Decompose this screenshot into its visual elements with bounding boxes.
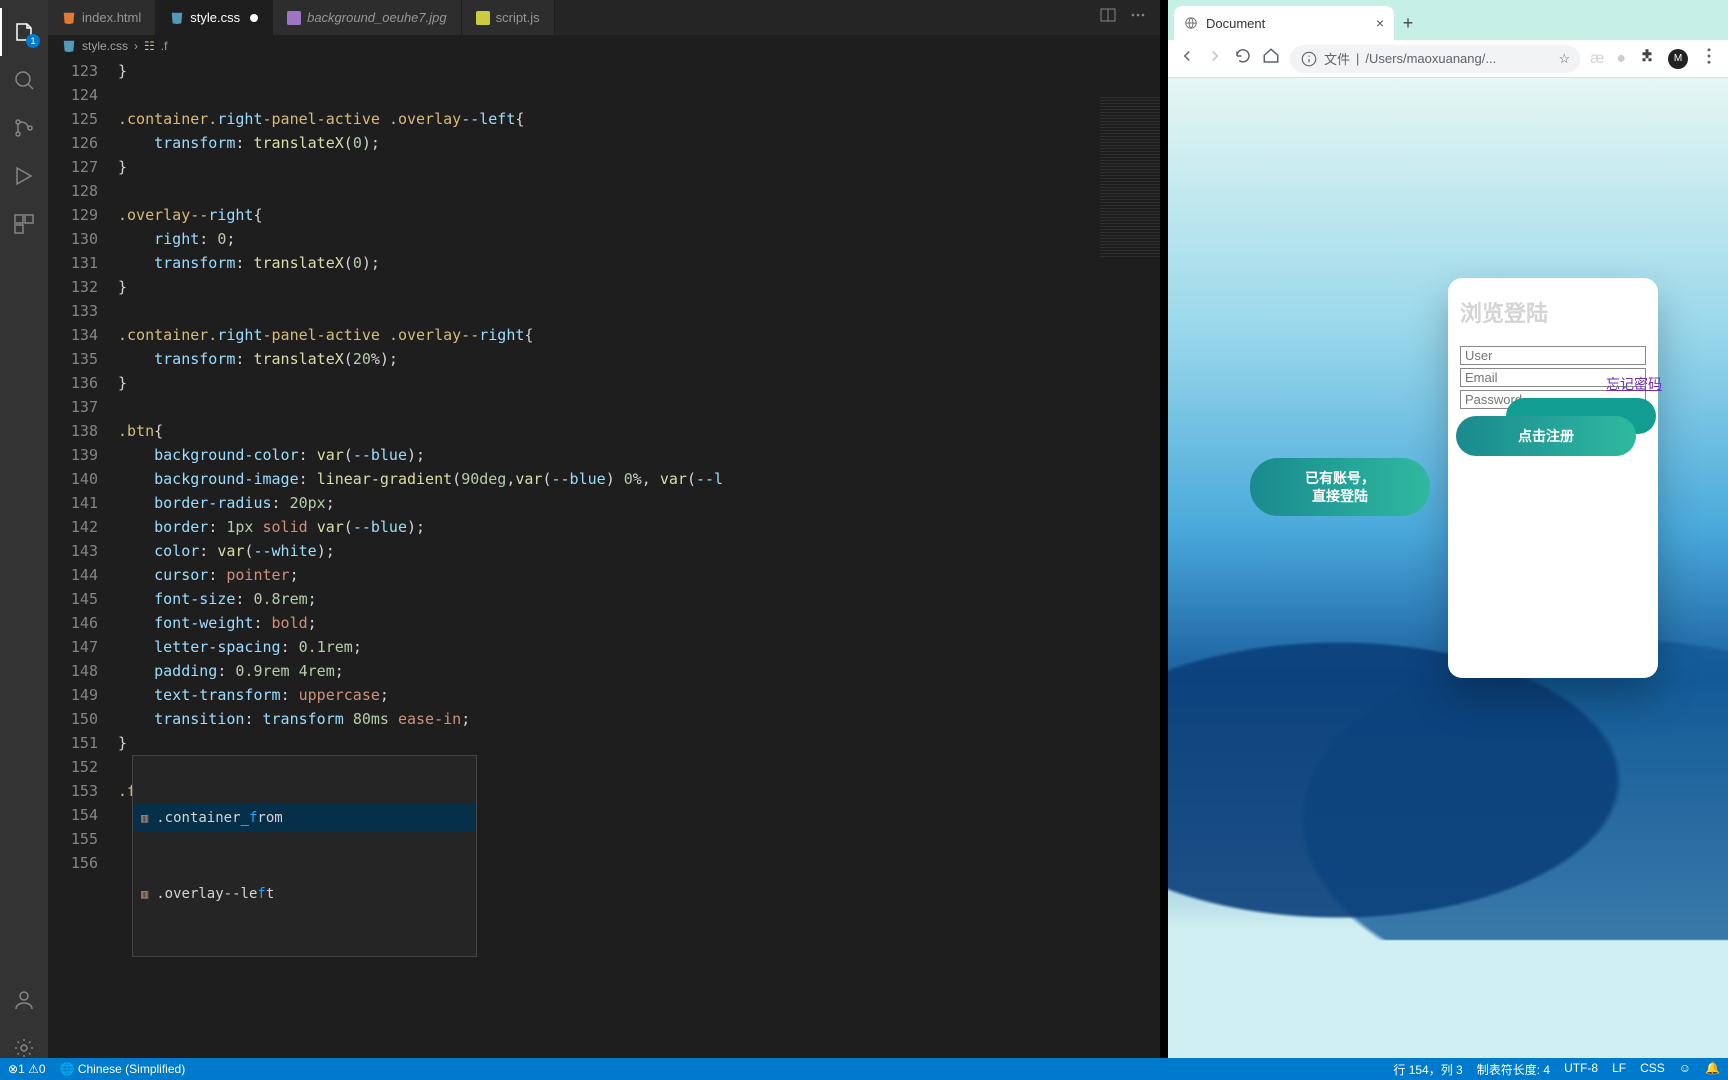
status-encoding[interactable]: UTF-8 [1564, 1061, 1598, 1078]
status-tabsize[interactable]: 制表符长度: 4 [1477, 1061, 1550, 1078]
explorer-icon[interactable]: 1 [0, 8, 48, 56]
activity-bar: 1 [0, 0, 48, 1080]
browser-window: Document × + 文件 | /Users/maoxuanang/... … [1168, 0, 1728, 1080]
account-icon[interactable] [0, 976, 48, 1024]
reload-icon[interactable] [1234, 47, 1252, 70]
breadcrumb[interactable]: style.css › ☷ .f [48, 35, 1160, 57]
breadcrumb-symbol: .f [161, 39, 168, 53]
star-icon[interactable]: ☆ [1558, 51, 1570, 67]
browser-tab[interactable]: Document × [1174, 6, 1394, 40]
tab-dirty-indicator [250, 14, 258, 22]
editor-tabs: index.html style.css background_oeuhe7.j… [48, 0, 1160, 35]
line-gutter: 123 124 125 126 127 128 129 130 131 132 … [48, 57, 118, 1080]
status-language-mode[interactable]: 🌐 Chinese (Simplified) [60, 1062, 186, 1076]
profile-avatar[interactable]: M [1668, 49, 1688, 69]
forward-icon[interactable] [1206, 47, 1224, 70]
register-button[interactable]: 点击注册 [1456, 416, 1636, 456]
form-title: 浏览登陆 [1460, 296, 1646, 328]
status-errors[interactable]: ⊗1 ⚠0 [8, 1062, 46, 1076]
tab-label: script.js [496, 10, 540, 25]
split-divider[interactable] [1160, 0, 1168, 1080]
url-scheme: 文件 [1324, 49, 1350, 68]
status-feedback-icon[interactable]: ☺ [1679, 1061, 1691, 1078]
snippet-icon: ▥ [141, 806, 148, 830]
suggest-item[interactable]: ▥ .overlay--left [133, 880, 476, 908]
home-icon[interactable] [1262, 47, 1280, 70]
forgot-link[interactable]: 忘记密码 [1606, 374, 1662, 394]
snippet-icon: ▥ [141, 882, 148, 906]
browser-toolbar: 文件 | /Users/maoxuanang/... ☆ æ ● M [1168, 40, 1728, 78]
address-bar[interactable]: 文件 | /Users/maoxuanang/... ☆ [1290, 45, 1580, 73]
explorer-badge: 1 [26, 34, 40, 48]
close-icon[interactable]: × [1376, 15, 1384, 31]
status-filetype[interactable]: CSS [1640, 1061, 1665, 1078]
tab-index-html[interactable]: index.html [48, 0, 156, 35]
code-content[interactable]: } .container.right-panel-active .overlay… [118, 57, 1100, 1080]
browser-tabstrip: Document × + [1168, 0, 1728, 40]
tab-label: background_oeuhe7.jpg [307, 10, 447, 25]
split-editor-icon[interactable] [1100, 7, 1116, 28]
new-tab-button[interactable]: + [1394, 6, 1422, 40]
intellisense-popup[interactable]: ▥ .container_from ▥ .overlay--left [132, 755, 477, 957]
user-field[interactable] [1460, 346, 1646, 365]
tab-more-icon[interactable] [1130, 7, 1146, 28]
status-eol[interactable]: LF [1612, 1061, 1626, 1078]
search-icon[interactable] [0, 56, 48, 104]
suggest-item[interactable]: ▥ .container_from [133, 804, 476, 832]
breadcrumb-file: style.css [82, 39, 128, 53]
source-control-icon[interactable] [0, 104, 48, 152]
minimap[interactable] [1100, 57, 1160, 1080]
status-bell-icon[interactable]: 🔔 [1705, 1061, 1720, 1078]
login-button[interactable]: 已有账号，直接登陆 [1250, 458, 1430, 516]
tab-style-css[interactable]: style.css [156, 0, 273, 35]
globe-icon [1184, 16, 1198, 30]
url-path: /Users/maoxuanang/... [1365, 51, 1496, 66]
browser-tab-title: Document [1206, 16, 1265, 31]
browser-menu-icon[interactable] [1700, 47, 1718, 70]
tab-script-js[interactable]: script.js [462, 0, 555, 35]
back-icon[interactable] [1178, 47, 1196, 70]
tab-background-jpg[interactable]: background_oeuhe7.jpg [273, 0, 462, 35]
suggest-label: .container_from [156, 806, 282, 830]
status-bar: ⊗1 ⚠0 🌐 Chinese (Simplified) 行 154，列 3 制… [0, 1058, 1728, 1080]
info-icon [1300, 50, 1318, 68]
editor: index.html style.css background_oeuhe7.j… [48, 0, 1160, 1080]
run-debug-icon[interactable] [0, 152, 48, 200]
extensions-icon[interactable] [0, 200, 48, 248]
status-cursor[interactable]: 行 154，列 3 [1393, 1061, 1462, 1078]
tab-label: style.css [190, 10, 240, 25]
signup-card: 浏览登陆 [1448, 278, 1658, 678]
extensions-puzzle-icon[interactable] [1638, 47, 1656, 70]
tab-label: index.html [82, 10, 141, 25]
page-viewport: 浏览登陆 忘记密码 点击注册 已有账号，直接登陆 [1168, 78, 1728, 1080]
extension-circle-icon[interactable]: ● [1616, 50, 1626, 68]
extension-ae-icon[interactable]: æ [1590, 50, 1604, 68]
suggest-label: .overlay--left [156, 882, 274, 906]
